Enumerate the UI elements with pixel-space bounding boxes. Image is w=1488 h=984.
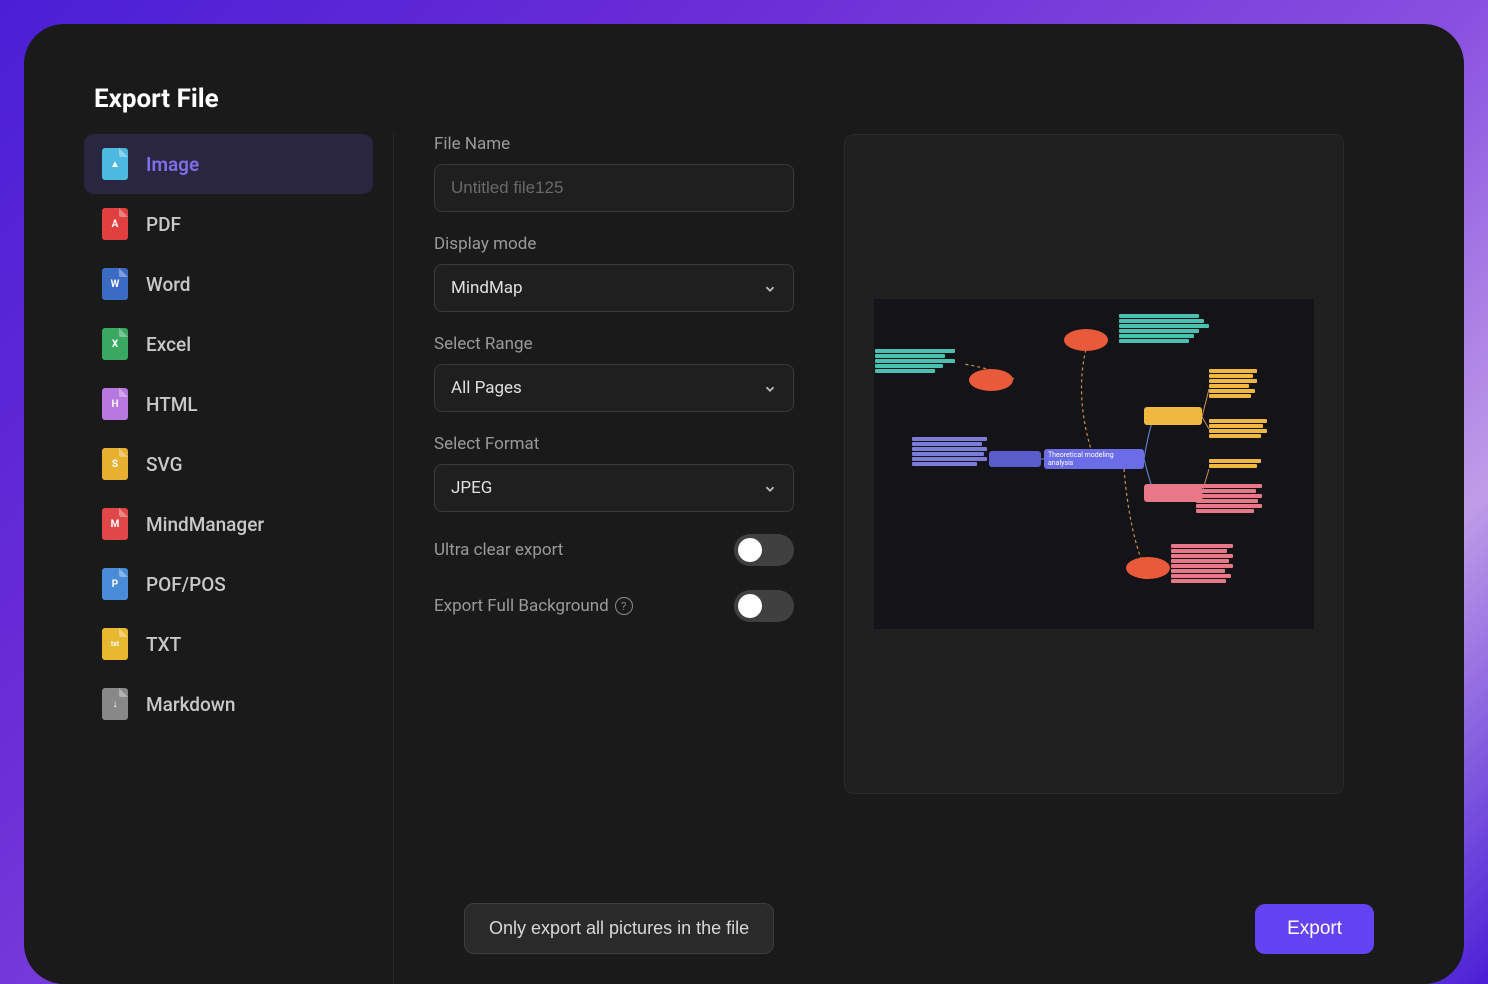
word-file-icon: W: [102, 268, 128, 300]
mindmap-node: [989, 451, 1041, 467]
txt-file-icon: txt: [102, 628, 128, 660]
mindmap-preview: Theoretical modeling analysis: [874, 299, 1314, 629]
mindmap-node: [1126, 557, 1170, 579]
ultra-clear-label: Ultra clear export: [434, 540, 563, 560]
export-pictures-button[interactable]: Only export all pictures in the file: [464, 903, 774, 954]
sidebar-item-label: MindManager: [146, 513, 264, 536]
sidebar-item-pdf[interactable]: A PDF: [84, 194, 373, 254]
sidebar-item-label: Markdown: [146, 693, 235, 716]
html-file-icon: H: [102, 388, 128, 420]
display-mode-group: Display mode MindMap: [434, 234, 794, 312]
select-range-select[interactable]: All Pages: [434, 364, 794, 412]
select-format-label: Select Format: [434, 434, 794, 454]
full-background-label: Export Full Background ?: [434, 596, 633, 616]
sidebar-item-pof[interactable]: P POF/POS: [84, 554, 373, 614]
pof-file-icon: P: [102, 568, 128, 600]
svg-file-icon: S: [102, 448, 128, 480]
select-format-value: JPEG: [451, 478, 492, 498]
select-range-label: Select Range: [434, 334, 794, 354]
ultra-clear-row: Ultra clear export: [434, 534, 794, 566]
ultra-clear-toggle[interactable]: [734, 534, 794, 566]
full-background-text: Export Full Background: [434, 596, 609, 616]
sidebar-item-label: SVG: [146, 453, 183, 476]
mindmap-node: [969, 369, 1013, 391]
sidebar-item-mindmanager[interactable]: M MindManager: [84, 494, 373, 554]
file-name-input[interactable]: [434, 164, 794, 212]
select-format-select[interactable]: JPEG: [434, 464, 794, 512]
dialog-body: ▲ Image A PDF W Word X Excel H HTML S SV…: [84, 134, 1404, 984]
file-name-label: File Name: [434, 134, 794, 154]
mindmap-node: [1064, 329, 1108, 351]
preview-box: Theoretical modeling analysis: [844, 134, 1344, 794]
full-background-toggle[interactable]: [734, 590, 794, 622]
mindmap-center-node: Theoretical modeling analysis: [1044, 449, 1144, 469]
select-range-value: All Pages: [451, 378, 522, 398]
chevron-down-icon: [763, 481, 777, 495]
select-range-group: Select Range All Pages: [434, 334, 794, 412]
pdf-file-icon: A: [102, 208, 128, 240]
help-icon[interactable]: ?: [615, 597, 633, 615]
sidebar-item-excel[interactable]: X Excel: [84, 314, 373, 374]
file-name-group: File Name: [434, 134, 794, 212]
mindmap-node: [1144, 407, 1202, 425]
image-file-icon: ▲: [102, 148, 128, 180]
chevron-down-icon: [763, 281, 777, 295]
sidebar-item-txt[interactable]: txt TXT: [84, 614, 373, 674]
chevron-down-icon: [763, 381, 777, 395]
preview-section: Theoretical modeling analysis: [794, 134, 1404, 984]
sidebar-item-label: Image: [146, 153, 199, 176]
sidebar-item-word[interactable]: W Word: [84, 254, 373, 314]
excel-file-icon: X: [102, 328, 128, 360]
sidebar-item-label: HTML: [146, 393, 198, 416]
export-button[interactable]: Export: [1255, 904, 1374, 954]
sidebar-item-html[interactable]: H HTML: [84, 374, 373, 434]
mindmanager-file-icon: M: [102, 508, 128, 540]
sidebar-item-label: POF/POS: [146, 573, 226, 596]
display-mode-value: MindMap: [451, 278, 523, 298]
mindmap-node: [1144, 484, 1202, 502]
export-options-form: File Name Display mode MindMap Select Ra…: [434, 134, 794, 984]
dialog-footer: Only export all pictures in the file Exp…: [464, 885, 1374, 984]
sidebar-item-markdown[interactable]: ↓ Markdown: [84, 674, 373, 734]
content-area: File Name Display mode MindMap Select Ra…: [394, 134, 1404, 984]
select-format-group: Select Format JPEG: [434, 434, 794, 512]
sidebar-item-image[interactable]: ▲ Image: [84, 134, 373, 194]
dialog-title: Export File: [94, 84, 1404, 114]
markdown-file-icon: ↓: [102, 688, 128, 720]
full-background-row: Export Full Background ?: [434, 590, 794, 622]
display-mode-label: Display mode: [434, 234, 794, 254]
export-dialog: Export File ▲ Image A PDF W Word X Excel…: [24, 24, 1464, 984]
sidebar-item-label: Word: [146, 273, 190, 296]
sidebar-item-svg[interactable]: S SVG: [84, 434, 373, 494]
export-format-sidebar: ▲ Image A PDF W Word X Excel H HTML S SV…: [84, 134, 394, 984]
sidebar-item-label: Excel: [146, 333, 191, 356]
sidebar-item-label: PDF: [146, 213, 181, 236]
sidebar-item-label: TXT: [146, 633, 181, 656]
display-mode-select[interactable]: MindMap: [434, 264, 794, 312]
